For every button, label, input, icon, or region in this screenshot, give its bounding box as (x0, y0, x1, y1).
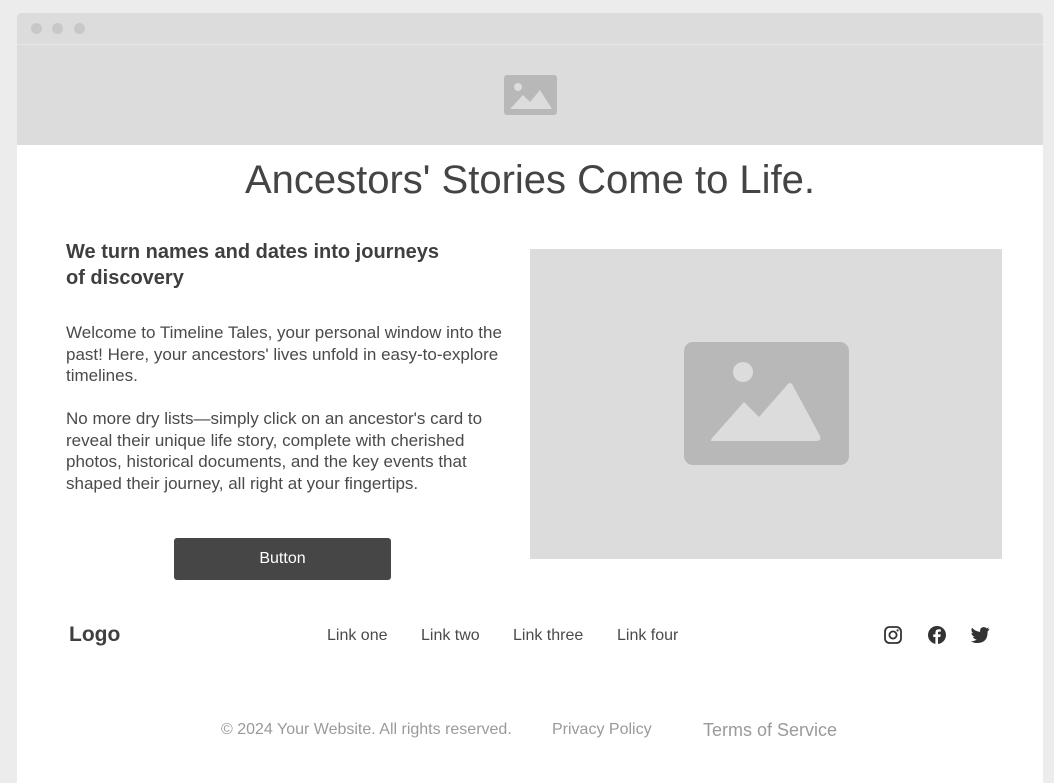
footer-link-two[interactable]: Link two (421, 627, 480, 645)
privacy-policy-link[interactable]: Privacy Policy (552, 721, 652, 739)
instagram-icon[interactable] (883, 625, 903, 645)
feature-image-placeholder (530, 249, 1002, 559)
image-icon (684, 342, 849, 465)
section-subheading: We turn names and dates into journeys of… (66, 241, 440, 289)
close-dot[interactable] (31, 23, 42, 34)
footer-logo[interactable]: Logo (69, 623, 120, 647)
page-title: Ancestors' Stories Come to Life. (244, 158, 816, 202)
description-paragraph: No more dry lists—simply click on an anc… (66, 409, 483, 494)
hero-banner-image (17, 45, 1043, 145)
cta-button[interactable]: Button (174, 538, 391, 580)
footer-link-four[interactable]: Link four (617, 627, 678, 645)
footer-link-three[interactable]: Link three (513, 627, 583, 645)
copyright-text: © 2024 Your Website. All rights reserved… (221, 721, 512, 738)
minimize-dot[interactable] (52, 23, 63, 34)
browser-window: Ancestors' Stories Come to Life. We turn… (17, 13, 1043, 783)
facebook-icon[interactable] (927, 625, 947, 645)
twitter-icon[interactable] (970, 625, 990, 645)
intro-paragraph: Welcome to Timeline Tales, your personal… (66, 323, 502, 386)
footer-link-one[interactable]: Link one (327, 627, 388, 645)
maximize-dot[interactable] (74, 23, 85, 34)
terms-of-service-link[interactable]: Terms of Service (703, 720, 837, 741)
image-icon (504, 75, 557, 115)
window-titlebar (17, 13, 1043, 45)
